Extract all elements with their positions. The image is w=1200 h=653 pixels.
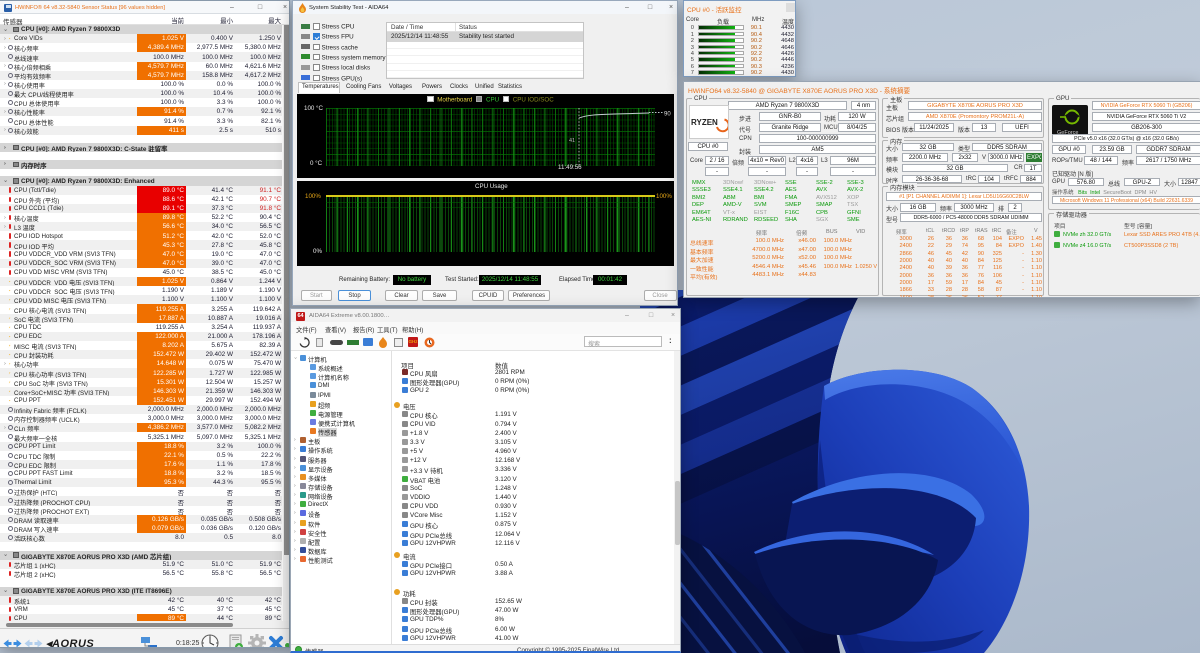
svg-text:90: 90 [664,111,671,117]
svg-text:RYZEN: RYZEN [691,118,718,127]
svg-text:41: 41 [569,138,575,144]
